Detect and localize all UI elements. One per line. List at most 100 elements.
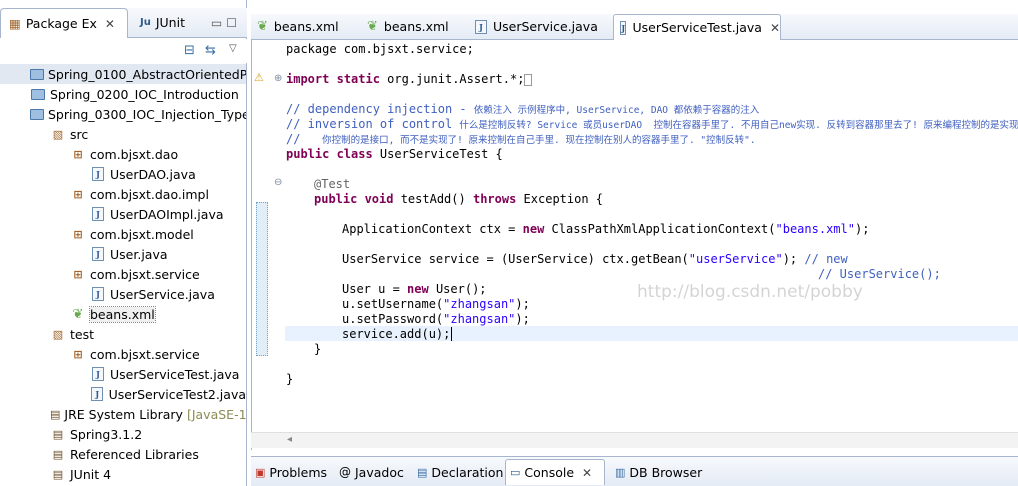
tree-item-label: src xyxy=(70,126,89,142)
code-line-close-method: } xyxy=(314,342,322,356)
tree-item-label: com.bjsxt.service xyxy=(90,346,200,362)
fold-collapse-icon[interactable]: ⊖ xyxy=(274,177,282,188)
warning-icon[interactable]: ⚠ xyxy=(254,71,264,84)
link-with-editor-icon[interactable]: ⇆ xyxy=(205,43,216,58)
tree-item[interactable]: ⊞ com.bjsxt.dao xyxy=(0,144,246,164)
java-file-icon: J xyxy=(90,287,106,301)
tab-label: DB Browser xyxy=(629,464,703,480)
tree-item-label: UserDAOImpl.java xyxy=(110,206,224,222)
java-file-icon: J xyxy=(90,247,106,261)
code-line-service: UserService service = (UserService) ctx.… xyxy=(342,252,848,266)
tab-console[interactable]: ▭ Console ✕ xyxy=(505,459,605,485)
project-icon xyxy=(30,87,46,101)
tab-declaration[interactable]: ▤ Declaration xyxy=(413,459,503,485)
tree-item-label: JUnit 4 xyxy=(70,466,112,482)
db-browser-icon: ▥ xyxy=(615,465,626,479)
at-icon: @ xyxy=(339,465,351,479)
source-folder-icon: ▧ xyxy=(52,127,64,141)
close-icon[interactable]: ✕ xyxy=(770,21,780,35)
code-annotation: @Test xyxy=(314,177,351,191)
tree-item[interactable]: J User.java xyxy=(0,244,246,264)
tree-item[interactable]: ▤ Spring3.1.2 xyxy=(0,424,246,444)
tree-item[interactable]: ▤JRE System Library[JavaSE-1.6 xyxy=(0,404,246,424)
tree-item-label: UserServiceTest.java xyxy=(110,366,240,382)
tab-label: UserService.java xyxy=(493,19,598,34)
tree-item-label: User.java xyxy=(110,246,168,262)
package-explorer-icon: ▦ xyxy=(9,16,21,31)
tab-label: Javadoc xyxy=(355,464,404,480)
code-line-user: User u = new User(); xyxy=(342,282,487,296)
view-menu-icon[interactable]: ▽ xyxy=(229,43,237,54)
code-comment-2: // inversion of control 什么是控制反转? Service… xyxy=(286,117,1018,131)
problems-icon: ▣ xyxy=(255,465,266,479)
tab-db-browser[interactable]: ▥ DB Browser xyxy=(611,459,711,485)
tree-item-label: UserService.java xyxy=(110,286,215,302)
declaration-icon: ▤ xyxy=(417,465,428,479)
code-comment-3: // 你控制的是接口, 而不是实现了! 原来控制在自己手里. 现在控制在别人的容… xyxy=(286,132,756,146)
left-tabbar: ▦ Package Ex ✕ Ju JUnit ▭☐ xyxy=(0,8,247,38)
tab-label: Declaration xyxy=(431,464,504,480)
tree-item[interactable]: J UserService.java xyxy=(0,284,246,304)
tree-item-label: JRE System Library xyxy=(64,406,183,422)
code-line-close-class: } xyxy=(286,372,294,386)
tab-problems[interactable]: ▣ Problems xyxy=(251,459,333,485)
code-line-class: public class UserServiceTest { xyxy=(286,147,503,161)
editor-tab-userservicetest[interactable]: J UserServiceTest.java ✕ xyxy=(613,14,781,40)
tree-item-label: Spring_0300_IOC_Injection_Type xyxy=(48,106,246,122)
tree-item[interactable]: ▧ src xyxy=(0,124,246,144)
close-icon[interactable]: ✕ xyxy=(582,466,592,480)
tree-item-label: test xyxy=(70,326,95,342)
tree-item[interactable]: J UserServiceTest.java xyxy=(0,364,246,384)
code-line-package: package com.bjsxt.service; xyxy=(286,42,474,56)
junit-icon: Ju xyxy=(140,17,151,28)
tab-label: Console xyxy=(524,465,575,480)
tab-junit[interactable]: Ju JUnit xyxy=(132,8,212,37)
editor-tab-beans-xml-1[interactable]: ❦ beans.xml xyxy=(251,14,359,39)
tree-item-label: Spring_0200_IOC_Introduction xyxy=(50,86,239,102)
tab-label: UserServiceTest.java xyxy=(632,20,762,35)
code-line-service-comment: // UserService(); xyxy=(818,267,941,281)
tree-item[interactable]: ⊞ com.bjsxt.model xyxy=(0,224,246,244)
code-editor[interactable]: ⚠ ⊕ ⊖ package com.bjsxt.service; import … xyxy=(251,40,1018,450)
view-minmax-controls[interactable]: ▭☐ xyxy=(211,16,241,30)
package-icon: ⊞ xyxy=(73,227,83,241)
tree-item-label: Referenced Libraries xyxy=(70,446,199,462)
tree-item-suffix: [JavaSE-1.6 xyxy=(186,406,246,422)
tree-item[interactable]: Spring_0100_AbstractOrientedPro xyxy=(0,64,246,84)
fold-expand-icon[interactable]: ⊕ xyxy=(274,73,282,84)
tree-item-label: com.bjsxt.dao xyxy=(90,146,179,162)
code-line-import: import static org.junit.Assert.*; xyxy=(286,72,533,87)
scroll-left-icon[interactable]: ◂ xyxy=(287,434,292,445)
tree-item[interactable]: ❦ beans.xml xyxy=(0,304,246,324)
java-file-icon: J xyxy=(620,20,627,35)
tree-item[interactable]: Spring_0200_IOC_Introduction xyxy=(0,84,246,104)
project-icon xyxy=(30,67,44,81)
editor-tab-userservice[interactable]: J UserService.java xyxy=(469,14,611,39)
tree-item[interactable]: J UserDAOImpl.java xyxy=(0,204,246,224)
tree-item[interactable]: ▧ test xyxy=(0,324,246,344)
watermark: http://blog.csdn.net/pobby xyxy=(637,282,863,302)
tree-item[interactable]: ⊞ com.bjsxt.service xyxy=(0,264,246,284)
tree-item[interactable]: ⊞ com.bjsxt.service xyxy=(0,344,246,364)
tree-item-label: UserDAO.java xyxy=(110,166,196,182)
tab-label: beans.xml xyxy=(273,19,339,34)
tree-item[interactable]: ▤ Referenced Libraries xyxy=(0,444,246,464)
tab-label: JUnit xyxy=(155,15,185,30)
tree-item[interactable]: ▤ JUnit 4 xyxy=(0,464,246,484)
code-line-set-username: u.setUsername("zhangsan"); xyxy=(342,297,530,311)
tree-item[interactable]: J UserDAO.java xyxy=(0,164,246,184)
editor-tab-beans-xml-2[interactable]: ❦ beans.xml xyxy=(361,14,467,39)
package-icon: ⊞ xyxy=(73,187,83,201)
tree-item[interactable]: J UserServiceTest2.java xyxy=(0,384,246,404)
close-icon[interactable]: ✕ xyxy=(105,17,115,31)
xml-file-icon: ❦ xyxy=(72,306,84,322)
tree-item[interactable]: Spring_0300_IOC_Injection_Type xyxy=(0,104,246,124)
tab-javadoc[interactable]: @ Javadoc xyxy=(335,459,411,485)
code-comment-1: // dependency injection - 依赖注入 示例程序中, Us… xyxy=(286,102,760,116)
tree-item[interactable]: ⊞ com.bjsxt.dao.impl xyxy=(0,184,246,204)
code-line-set-password: u.setPassword("zhangsan"); xyxy=(342,312,530,326)
editor-horizontal-scrollbar[interactable]: ◂ xyxy=(251,432,1018,448)
tab-package-explorer[interactable]: ▦ Package Ex ✕ xyxy=(0,8,128,38)
library-icon: ▤ xyxy=(52,467,64,481)
collapse-all-icon[interactable]: ⊟ xyxy=(184,43,195,58)
